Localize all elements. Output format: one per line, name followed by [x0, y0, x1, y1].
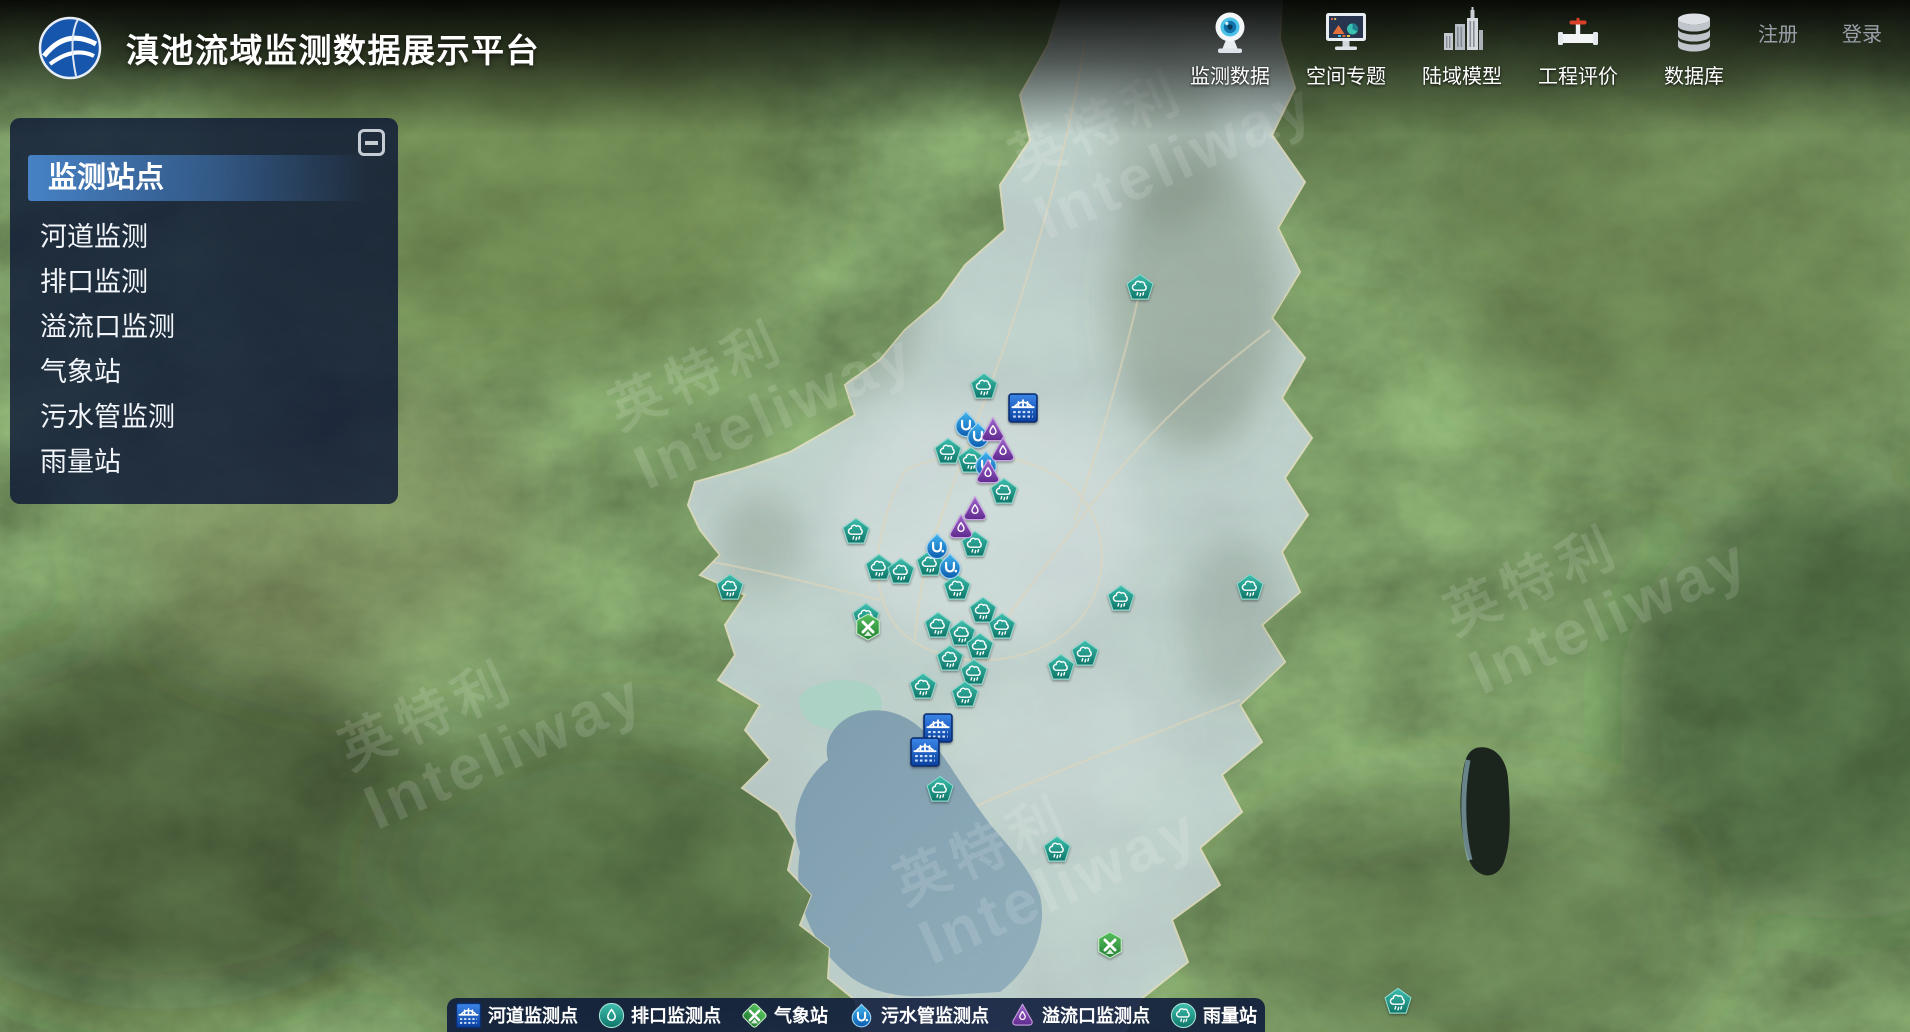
- pipe-valve-icon: [1551, 5, 1605, 59]
- nav-database[interactable]: 数据库: [1643, 5, 1745, 89]
- auth-links: 注册 登录: [1758, 18, 1882, 47]
- outfall-legend-icon: [598, 1002, 625, 1029]
- database-icon: [1667, 5, 1721, 59]
- legend-label: 气象站: [774, 1002, 828, 1028]
- panel-minimize-button[interactable]: [358, 129, 385, 156]
- legend-item-river-point[interactable]: 河道监测点: [455, 1002, 578, 1029]
- legend-item-overflow-point[interactable]: 溢流口监测点: [1009, 1002, 1150, 1029]
- legend-label: 污水管监测点: [881, 1002, 989, 1028]
- legend-item-outfall-point[interactable]: 排口监测点: [598, 1002, 721, 1029]
- legend-label: 河道监测点: [488, 1002, 578, 1028]
- nav-monitoring-data[interactable]: 监测数据: [1179, 5, 1281, 89]
- weather-d-legend-icon: [741, 1002, 768, 1029]
- panel-title: 监测站点: [28, 155, 368, 201]
- nav-label: 数据库: [1664, 60, 1724, 89]
- top-nav: 监测数据 空间专题 陆域模型 工程评价 数据库: [1179, 5, 1745, 89]
- panel-item-rain-station[interactable]: 雨量站: [40, 440, 398, 485]
- nav-spatial-topics[interactable]: 空间专题: [1295, 5, 1397, 89]
- panel-item-river-monitoring[interactable]: 河道监测: [40, 215, 398, 260]
- panel-item-weather-station[interactable]: 气象站: [40, 350, 398, 395]
- legend-label: 雨量站: [1203, 1002, 1257, 1028]
- panel-item-overflow-monitoring[interactable]: 溢流口监测: [40, 305, 398, 350]
- legend-label: 排口监测点: [631, 1002, 721, 1028]
- nav-label: 空间专题: [1306, 60, 1386, 89]
- nav-project-evaluation[interactable]: 工程评价: [1527, 5, 1629, 89]
- page-title: 滇池流域监测数据展示平台: [126, 24, 540, 72]
- marker-river[interactable]: [1009, 394, 1037, 422]
- rain-c-legend-icon: [1170, 1002, 1197, 1029]
- monitor-chart-icon: [1319, 5, 1373, 59]
- legend-label: 溢流口监测点: [1042, 1002, 1150, 1028]
- map-legend: 河道监测点 排口监测点 气象站 污水管监测点 溢流口监测点 雨量站: [447, 998, 1265, 1032]
- nav-label: 工程评价: [1538, 60, 1618, 89]
- brand: 滇池流域监测数据展示平台: [38, 16, 540, 80]
- nav-land-model[interactable]: 陆域模型: [1411, 5, 1513, 89]
- legend-item-weather-station-point[interactable]: 气象站: [741, 1002, 828, 1029]
- webcam-icon: [1203, 5, 1257, 59]
- sewage-legend-icon: [848, 1002, 875, 1029]
- lake-east: [1460, 747, 1509, 875]
- platform-logo: [38, 16, 102, 80]
- panel-item-sewage-pipe-monitoring[interactable]: 污水管监测: [40, 395, 398, 440]
- nav-label: 监测数据: [1190, 60, 1270, 89]
- panel-item-list: 河道监测排口监测溢流口监测气象站污水管监测雨量站: [10, 215, 398, 485]
- login-link[interactable]: 登录: [1842, 18, 1882, 47]
- buildings-icon: [1435, 5, 1489, 59]
- panel-item-outfall-monitoring[interactable]: 排口监测: [40, 260, 398, 305]
- station-panel: 监测站点 河道监测排口监测溢流口监测气象站污水管监测雨量站: [10, 118, 398, 504]
- river-legend-icon: [455, 1002, 482, 1029]
- legend-item-sewage-point[interactable]: 污水管监测点: [848, 1002, 989, 1029]
- marker-river[interactable]: [911, 738, 939, 766]
- overflow-legend-icon: [1009, 1002, 1036, 1029]
- legend-item-rain-station-point[interactable]: 雨量站: [1170, 1002, 1257, 1029]
- nav-label: 陆域模型: [1422, 60, 1502, 89]
- register-link[interactable]: 注册: [1758, 18, 1798, 47]
